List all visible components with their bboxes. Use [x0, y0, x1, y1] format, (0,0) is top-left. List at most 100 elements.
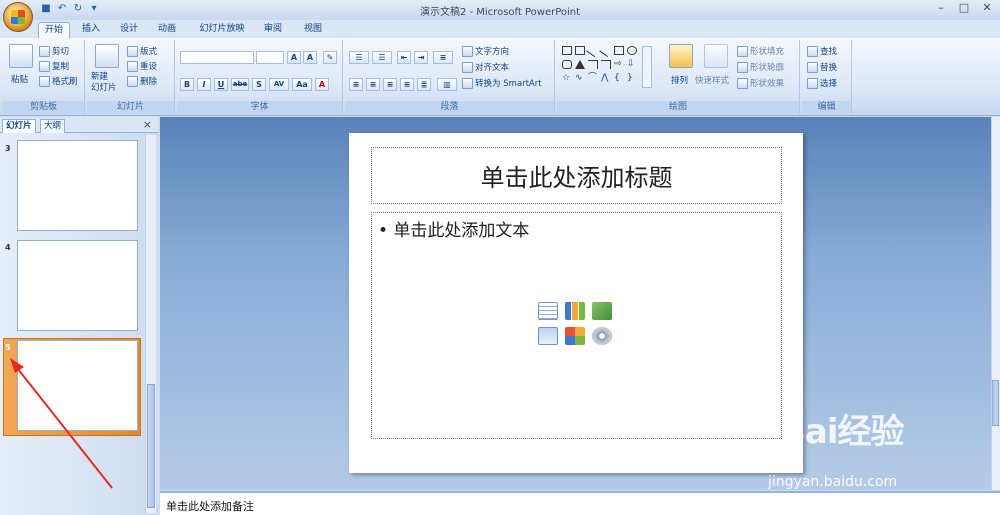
shape-textbox-icon[interactable] — [575, 46, 585, 55]
grow-font-button[interactable]: A — [287, 51, 301, 64]
smartart-button[interactable]: 转换为 SmartArt — [462, 77, 542, 89]
shape-brace-icon[interactable]: { — [614, 74, 624, 83]
tab-animation[interactable]: 动画 — [152, 22, 182, 38]
tab-review[interactable]: 审阅 — [258, 22, 288, 38]
save-icon[interactable]: ■ — [40, 3, 52, 15]
clear-format-button[interactable]: ✎ — [323, 51, 337, 64]
insert-clipart-icon[interactable] — [565, 327, 585, 345]
tab-slides[interactable]: 幻灯片 — [2, 119, 36, 133]
minimize-button[interactable]: – — [930, 1, 952, 15]
shape-right-arrow-icon[interactable]: ⇨ — [614, 60, 624, 69]
font-size-select[interactable] — [256, 51, 284, 64]
arrange-button[interactable]: 排列 — [671, 74, 688, 86]
tab-insert[interactable]: 插入 — [76, 22, 106, 38]
tab-design[interactable]: 设计 — [114, 22, 144, 38]
insert-smartart-icon[interactable] — [592, 302, 612, 320]
font-name-select[interactable] — [180, 51, 254, 64]
shape-square-icon[interactable] — [614, 46, 624, 55]
find-button[interactable]: 查找 — [807, 45, 837, 57]
shape-curve-icon[interactable]: ∿ — [575, 74, 585, 83]
shape-brace-right-icon[interactable]: } — [627, 74, 637, 83]
slide-scrollbar[interactable] — [991, 117, 1000, 490]
slide-thumbnail[interactable] — [17, 240, 138, 331]
justify-button[interactable]: ≡ — [400, 78, 414, 91]
underline-button[interactable]: U — [214, 78, 228, 91]
group-label-editing: 编辑 — [802, 101, 851, 113]
increase-indent-button[interactable]: ⇥ — [414, 51, 428, 64]
shrink-font-button[interactable]: A — [303, 51, 317, 64]
shape-oval-icon[interactable] — [627, 46, 637, 55]
quick-styles-button[interactable]: 快速样式 — [695, 74, 729, 86]
align-center-button[interactable]: ≡ — [366, 78, 380, 91]
close-pane-icon[interactable]: × — [143, 118, 152, 131]
shape-fill-button[interactable]: 形状填充 — [737, 45, 784, 57]
tab-home[interactable]: 开始 — [38, 22, 70, 38]
select-button[interactable]: 选择 — [807, 77, 837, 89]
copy-button[interactable]: 复制 — [39, 60, 69, 72]
insert-table-icon[interactable] — [538, 302, 558, 320]
shape-arc-icon[interactable]: ⌒ — [588, 74, 598, 83]
shapes-gallery[interactable]: ⇨ ⇩ ☆ ∿ ⌒ ⋀ { } — [562, 43, 657, 88]
strikethrough-button[interactable]: abe — [231, 78, 249, 91]
replace-button[interactable]: 替换 — [807, 61, 837, 73]
distribute-button[interactable]: ≣ — [417, 78, 431, 91]
cut-button[interactable]: 剪切 — [39, 45, 69, 57]
tab-slideshow[interactable]: 幻灯片放映 — [194, 22, 250, 38]
shapes-more-icon[interactable] — [642, 46, 652, 88]
title-placeholder[interactable]: 单击此处添加标题 — [371, 147, 782, 204]
shape-arrow-line-icon[interactable] — [599, 43, 613, 58]
align-right-button[interactable]: ≡ — [383, 78, 397, 91]
slide-scrollbar-thumb[interactable] — [992, 380, 999, 426]
slide-thumbnail[interactable] — [17, 140, 138, 231]
change-case-button[interactable]: Aa — [292, 78, 312, 91]
shape-star-icon[interactable]: ☆ — [562, 74, 572, 83]
columns-button[interactable]: ▥ — [437, 78, 457, 91]
bullets-button[interactable]: ☰ — [349, 51, 369, 64]
tab-outline[interactable]: 大纲 — [40, 119, 66, 133]
paste-button[interactable]: 粘贴 — [11, 73, 28, 85]
office-button[interactable] — [3, 2, 33, 32]
layout-button[interactable]: 版式 — [127, 45, 157, 57]
redo-icon[interactable]: ↻ — [72, 3, 84, 15]
close-window-button[interactable]: ✕ — [976, 1, 998, 15]
format-painter-button[interactable]: 格式刷 — [39, 75, 78, 87]
delete-slide-button[interactable]: 删除 — [127, 75, 157, 87]
align-text-button[interactable]: 对齐文本 — [462, 61, 509, 73]
align-left-button[interactable]: ≡ — [349, 78, 363, 91]
slide-canvas[interactable]: 单击此处添加标题 • 单击此处添加文本 — [349, 133, 803, 473]
new-slide-button[interactable]: 新建 幻灯片 — [91, 72, 117, 94]
numbering-button[interactable]: ☰ — [372, 51, 392, 64]
tab-view[interactable]: 视图 — [298, 22, 328, 38]
shape-effects-button[interactable]: 形状效果 — [737, 77, 784, 89]
shape-freeform-icon[interactable]: ⋀ — [601, 74, 611, 83]
insert-chart-icon[interactable] — [565, 302, 585, 320]
shape-elbow-arrow-icon[interactable] — [601, 60, 611, 69]
content-placeholder[interactable]: • 单击此处添加文本 — [371, 212, 782, 439]
bold-button[interactable]: B — [180, 78, 194, 91]
maximize-button[interactable]: □ — [953, 1, 975, 15]
shape-outline-button[interactable]: 形状轮廓 — [737, 61, 784, 73]
shape-rect-icon[interactable] — [562, 46, 572, 55]
notes-pane[interactable]: 单击此处添加备注 — [160, 491, 1000, 515]
shape-line-icon[interactable] — [586, 43, 600, 58]
shape-elbow-icon[interactable] — [588, 60, 598, 69]
text-direction-button[interactable]: 文字方向 — [462, 45, 509, 57]
bullet-mark: • — [378, 221, 389, 241]
italic-button[interactable]: I — [197, 78, 211, 91]
line-spacing-button[interactable]: ≡ — [433, 51, 453, 64]
decrease-indent-button[interactable]: ⇤ — [397, 51, 411, 64]
group-label-clipboard: 剪贴板 — [3, 101, 84, 113]
shape-rounded-rect-icon[interactable] — [562, 60, 572, 69]
insert-media-icon[interactable] — [592, 327, 612, 345]
reset-button[interactable]: 重设 — [127, 60, 157, 72]
shadow-button[interactable]: S — [252, 78, 266, 91]
char-spacing-button[interactable]: AV — [269, 78, 289, 91]
font-color-button[interactable]: A — [315, 78, 329, 91]
shape-down-arrow-icon[interactable]: ⇩ — [627, 60, 637, 69]
undo-icon[interactable]: ↶ — [56, 3, 68, 15]
pane-scrollbar-thumb[interactable] — [147, 384, 155, 508]
insert-picture-icon[interactable] — [538, 327, 558, 345]
customize-qat-icon[interactable]: ▾ — [88, 3, 100, 15]
shape-triangle-icon[interactable] — [575, 60, 585, 69]
slide-thumbnail-selected[interactable] — [17, 340, 138, 431]
